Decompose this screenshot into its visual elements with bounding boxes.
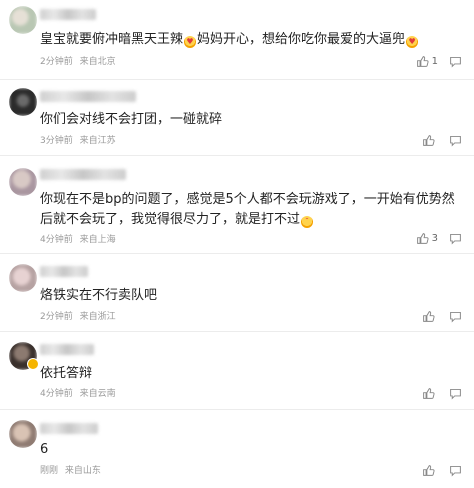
- reply-button[interactable]: [449, 310, 462, 323]
- comment-item: 烙铁实在不行卖队吧 2分钟前 来自浙江: [0, 254, 474, 332]
- comment-bubble-icon: [450, 233, 461, 245]
- comment-bubble-icon: [450, 465, 461, 477]
- comment-time: 4分钟前: [40, 389, 73, 399]
- comment-location: 来自浙江: [79, 312, 116, 322]
- username-blurred[interactable]: [40, 91, 136, 102]
- comment-meta: 刚刚 来自山东: [40, 465, 101, 477]
- thumbs-up-icon: [423, 311, 435, 322]
- comment-text: 6: [40, 442, 49, 457]
- avatar[interactable]: [9, 420, 37, 448]
- comment-time: 3分钟前: [40, 136, 73, 146]
- like-button[interactable]: 3: [416, 232, 438, 245]
- comment-location: 来自北京: [79, 57, 116, 67]
- like-count: 3: [431, 233, 438, 244]
- comment-text: 烙铁实在不行卖队吧: [40, 288, 158, 303]
- comment-time: 4分钟前: [40, 235, 73, 245]
- comment-item: 皇宝就要俯冲暗黑天王辣 ♥ 妈妈开心，想给你吃你最爱的大逼兜 ♥ 2分钟前 来自北京 …: [0, 0, 474, 80]
- comment-item: 你现在不是bp的问题了，感觉是5个人都不会玩游戏了，一开始有优势然后就不会玩了，…: [0, 156, 474, 254]
- like-button[interactable]: [422, 387, 438, 400]
- like-button[interactable]: 1: [416, 55, 438, 68]
- comment-meta: 3分钟前 来自江苏: [40, 135, 116, 147]
- comment-location: 来自江苏: [79, 136, 116, 146]
- username-blurred[interactable]: [40, 344, 94, 355]
- username-blurred[interactable]: [40, 423, 98, 434]
- thumbs-up-icon: [423, 388, 435, 399]
- comment-text: 你们会对线不会打团，一碰就碎: [40, 112, 223, 127]
- avatar[interactable]: [9, 264, 37, 292]
- thumbs-up-icon: [423, 465, 435, 476]
- comment-list: 皇宝就要俯冲暗黑天王辣 ♥ 妈妈开心，想给你吃你最爱的大逼兜 ♥ 2分钟前 来自北京 …: [0, 0, 474, 488]
- comment-item: 依托答辩 4分钟前 来自云南: [0, 332, 474, 410]
- comment-item: 你们会对线不会打团，一碰就碎 3分钟前 来自江苏: [0, 80, 474, 156]
- thumbs-up-icon: [423, 135, 435, 146]
- comment-meta: 4分钟前 来自云南: [40, 388, 116, 400]
- reply-button[interactable]: [449, 387, 462, 400]
- reply-button[interactable]: [449, 232, 462, 245]
- comment-location: 来自上海: [79, 235, 116, 245]
- comment-time: 2分钟前: [40, 312, 73, 322]
- username-blurred[interactable]: [40, 169, 126, 180]
- laughing-emoji-icon: ˘: [301, 216, 314, 228]
- thumbs-up-icon: [416, 233, 429, 244]
- comment-meta: 2分钟前 来自北京: [40, 56, 116, 68]
- comment-bubble-icon: [450, 135, 461, 147]
- comment-text: 皇宝就要俯冲暗黑天王辣 ♥ 妈妈开心，想给你吃你最爱的大逼兜 ♥: [40, 30, 462, 50]
- comment-meta: 2分钟前 来自浙江: [40, 311, 116, 323]
- comment-time: 刚刚: [40, 466, 59, 476]
- heart-eyes-emoji-icon: ♥: [184, 36, 197, 48]
- comment-location: 来自山东: [64, 466, 101, 476]
- comment-text: 你现在不是bp的问题了，感觉是5个人都不会玩游戏了，一开始有优势然后就不会玩了，…: [40, 192, 455, 228]
- thumbs-up-icon: [416, 56, 429, 67]
- username-blurred[interactable]: [40, 266, 88, 277]
- avatar[interactable]: [9, 6, 37, 34]
- like-button[interactable]: [422, 134, 438, 147]
- comment-bubble-icon: [450, 388, 461, 400]
- comment-location: 来自云南: [79, 389, 116, 399]
- reply-button[interactable]: [449, 55, 462, 68]
- reply-button[interactable]: [449, 134, 462, 147]
- comment-meta: 4分钟前 来自上海: [40, 234, 116, 246]
- reply-button[interactable]: [449, 464, 462, 477]
- like-button[interactable]: [422, 464, 438, 477]
- comment-text: 依托答辩: [40, 366, 93, 381]
- comment-bubble-icon: [450, 311, 461, 323]
- like-count: 1: [431, 56, 438, 67]
- avatar[interactable]: [9, 168, 37, 196]
- username-blurred[interactable]: [40, 9, 96, 20]
- comment-item: 6 刚刚 来自山东: [0, 410, 474, 488]
- heart-eyes-emoji-icon: ♥: [406, 36, 419, 48]
- comment-bubble-icon: [450, 56, 461, 68]
- verified-badge-icon: [27, 358, 39, 370]
- avatar[interactable]: [9, 88, 37, 116]
- comment-time: 2分钟前: [40, 57, 73, 67]
- like-button[interactable]: [422, 310, 438, 323]
